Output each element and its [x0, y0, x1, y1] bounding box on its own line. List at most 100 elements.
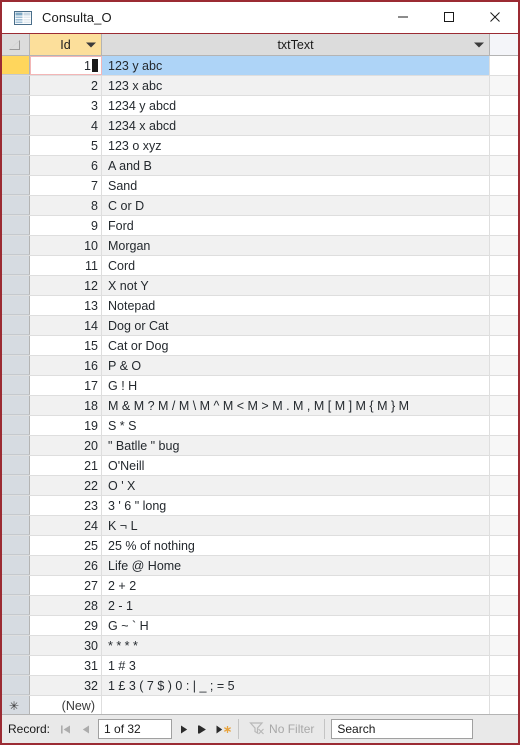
- row-selector[interactable]: [2, 496, 30, 515]
- close-button[interactable]: [472, 2, 518, 32]
- table-row[interactable]: 14 Dog or Cat: [2, 316, 518, 336]
- cell-txttext[interactable]: O ' X: [102, 476, 490, 495]
- table-row[interactable]: 32 1 £ 3 ( 7 $ ) 0 : | _ ; = 5: [2, 676, 518, 696]
- minimize-button[interactable]: [380, 2, 426, 32]
- cell-txttext[interactable]: S * S: [102, 416, 490, 435]
- cell-id[interactable]: 4: [30, 116, 102, 135]
- table-row[interactable]: 15 Cat or Dog: [2, 336, 518, 356]
- row-selector[interactable]: [2, 456, 30, 475]
- row-selector[interactable]: [2, 636, 30, 655]
- row-selector[interactable]: [2, 476, 30, 495]
- cell-txttext[interactable]: Ford: [102, 216, 490, 235]
- cell-id[interactable]: 5: [30, 136, 102, 155]
- table-row[interactable]: 31 1 # 3: [2, 656, 518, 676]
- cell-txttext[interactable]: 25 % of nothing: [102, 536, 490, 555]
- cell-id[interactable]: 31: [30, 656, 102, 675]
- table-row[interactable]: 18 M & M ? M / M \ M ^ M < M > M . M , M …: [2, 396, 518, 416]
- cell-txttext[interactable]: 123 o xyz: [102, 136, 490, 155]
- row-selector[interactable]: [2, 516, 30, 535]
- cell-id[interactable]: 1: [30, 56, 102, 75]
- row-selector[interactable]: [2, 216, 30, 235]
- cell-id[interactable]: 20: [30, 436, 102, 455]
- new-record-row[interactable]: (New): [2, 696, 518, 714]
- table-row[interactable]: 16 P & O: [2, 356, 518, 376]
- new-record-id-cell[interactable]: (New): [30, 696, 102, 714]
- cell-id[interactable]: 17: [30, 376, 102, 395]
- row-selector[interactable]: [2, 96, 30, 115]
- cell-id[interactable]: 6: [30, 156, 102, 175]
- table-row[interactable]: 10 Morgan: [2, 236, 518, 256]
- cell-txttext[interactable]: 2 - 1: [102, 596, 490, 615]
- maximize-button[interactable]: [426, 2, 472, 32]
- table-row[interactable]: 22 O ' X: [2, 476, 518, 496]
- cell-txttext[interactable]: Cord: [102, 256, 490, 275]
- row-selector[interactable]: [2, 376, 30, 395]
- cell-txttext[interactable]: 1 # 3: [102, 656, 490, 675]
- table-row[interactable]: 23 3 ' 6 " long: [2, 496, 518, 516]
- cell-txttext[interactable]: P & O: [102, 356, 490, 375]
- cell-id[interactable]: 12: [30, 276, 102, 295]
- new-record-txttext-cell[interactable]: [102, 696, 490, 714]
- table-row[interactable]: 2 123 x abc: [2, 76, 518, 96]
- cell-txttext[interactable]: Dog or Cat: [102, 316, 490, 335]
- row-selector[interactable]: [2, 396, 30, 415]
- new-record-button[interactable]: [214, 718, 234, 740]
- cell-id[interactable]: 2: [30, 76, 102, 95]
- row-selector[interactable]: [2, 656, 30, 675]
- cell-id[interactable]: 7: [30, 176, 102, 195]
- next-record-button[interactable]: [174, 718, 194, 740]
- row-selector[interactable]: [2, 336, 30, 355]
- cell-txttext[interactable]: G ! H: [102, 376, 490, 395]
- row-selector[interactable]: [2, 156, 30, 175]
- cell-txttext[interactable]: 123 y abc: [102, 56, 490, 75]
- cell-id[interactable]: 27: [30, 576, 102, 595]
- cell-txttext[interactable]: Morgan: [102, 236, 490, 255]
- cell-txttext[interactable]: * * * *: [102, 636, 490, 655]
- cell-id[interactable]: 30: [30, 636, 102, 655]
- cell-id[interactable]: 26: [30, 556, 102, 575]
- table-row[interactable]: 11 Cord: [2, 256, 518, 276]
- cell-id[interactable]: 22: [30, 476, 102, 495]
- search-input[interactable]: Search: [331, 719, 474, 739]
- table-row[interactable]: 25 25 % of nothing: [2, 536, 518, 556]
- row-selector[interactable]: [2, 416, 30, 435]
- table-row[interactable]: 20 " Batlle " bug: [2, 436, 518, 456]
- current-record-input[interactable]: 1 of 32: [98, 719, 173, 739]
- chevron-down-icon[interactable]: [474, 42, 484, 47]
- cell-id[interactable]: 24: [30, 516, 102, 535]
- table-row[interactable]: 6A and B: [2, 156, 518, 176]
- row-selector[interactable]: [2, 536, 30, 555]
- cell-id[interactable]: 19: [30, 416, 102, 435]
- table-row[interactable]: 7 Sand: [2, 176, 518, 196]
- table-row[interactable]: 8C or D: [2, 196, 518, 216]
- table-row[interactable]: 13 Notepad: [2, 296, 518, 316]
- previous-record-button[interactable]: [76, 718, 96, 740]
- cell-id[interactable]: 16: [30, 356, 102, 375]
- row-selector[interactable]: [2, 576, 30, 595]
- cell-id[interactable]: 15: [30, 336, 102, 355]
- row-selector[interactable]: [2, 176, 30, 195]
- cell-id[interactable]: 29: [30, 616, 102, 635]
- cell-id[interactable]: 13: [30, 296, 102, 315]
- cell-id[interactable]: 8: [30, 196, 102, 215]
- cell-id[interactable]: 10: [30, 236, 102, 255]
- column-header-txttext[interactable]: txtText: [102, 34, 490, 55]
- cell-id[interactable]: 21: [30, 456, 102, 475]
- cell-txttext[interactable]: 1234 y abcd: [102, 96, 490, 115]
- table-row[interactable]: 3 1234 y abcd: [2, 96, 518, 116]
- cell-id[interactable]: 11: [30, 256, 102, 275]
- table-row[interactable]: 24 K ¬ L: [2, 516, 518, 536]
- last-record-button[interactable]: [194, 718, 214, 740]
- cell-id[interactable]: 28: [30, 596, 102, 615]
- cell-txttext[interactable]: G ~ ` H: [102, 616, 490, 635]
- cell-txttext[interactable]: " Batlle " bug: [102, 436, 490, 455]
- table-row[interactable]: 30 * * * *: [2, 636, 518, 656]
- table-row[interactable]: 12 X not Y: [2, 276, 518, 296]
- row-selector[interactable]: [2, 116, 30, 135]
- row-selector[interactable]: [2, 316, 30, 335]
- row-selector[interactable]: [2, 276, 30, 295]
- table-row[interactable]: 1 123 y abc: [2, 56, 518, 76]
- cell-txttext[interactable]: 1234 x abcd: [102, 116, 490, 135]
- row-selector[interactable]: [2, 76, 30, 95]
- cell-txttext[interactable]: 2 + 2: [102, 576, 490, 595]
